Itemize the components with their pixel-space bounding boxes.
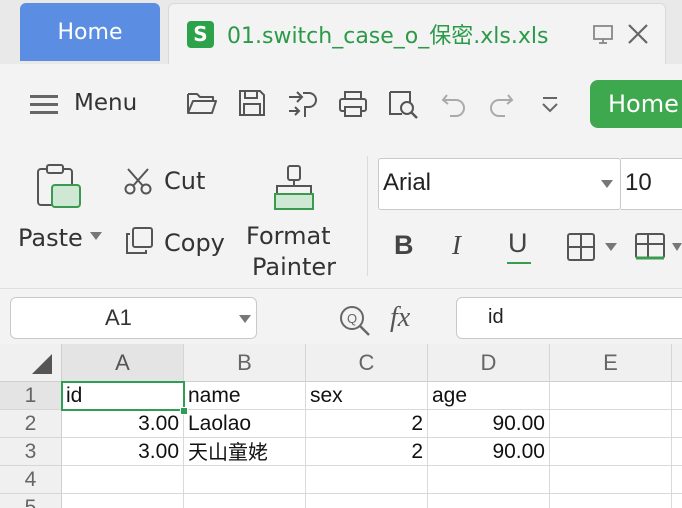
cell-selection-outline xyxy=(61,381,185,411)
cell-b5[interactable] xyxy=(184,494,306,508)
column-header-e[interactable]: E xyxy=(550,344,672,382)
redo-icon[interactable] xyxy=(488,91,514,117)
fill-handle[interactable] xyxy=(180,407,188,415)
cell-b3[interactable]: 天山童姥 xyxy=(184,438,306,466)
row-header-3[interactable]: 3 xyxy=(0,438,62,466)
hamburger-icon[interactable] xyxy=(30,94,58,116)
float-window-icon[interactable] xyxy=(591,22,615,46)
file-tab-title: 01.switch_case_o_保密.xls.xls xyxy=(227,24,549,49)
row-header-1[interactable]: 1 xyxy=(0,382,62,410)
column-header-d[interactable]: D xyxy=(428,344,550,382)
cell-d1[interactable]: age xyxy=(428,382,550,410)
font-name-value: Arial xyxy=(383,169,432,196)
cell-c4[interactable] xyxy=(306,466,428,494)
cell-b4[interactable] xyxy=(184,466,306,494)
undo-icon[interactable] xyxy=(441,91,467,117)
underline-button[interactable]: U xyxy=(508,228,528,259)
borders-icon[interactable] xyxy=(566,232,596,262)
cell-b1[interactable]: name xyxy=(184,382,306,410)
select-all-corner[interactable] xyxy=(0,344,62,382)
cell-c3[interactable]: 2 xyxy=(306,438,428,466)
cell-d5[interactable] xyxy=(428,494,550,508)
cell-f2[interactable] xyxy=(672,410,682,438)
name-box[interactable]: A1 xyxy=(10,297,257,339)
font-size-select[interactable]: 10 xyxy=(621,158,682,210)
paste-button[interactable]: Paste xyxy=(18,224,83,252)
formula-input[interactable]: id xyxy=(456,297,682,339)
cell-e1[interactable] xyxy=(550,382,672,410)
cell-a2[interactable]: 3.00 xyxy=(62,410,184,438)
paste-icon[interactable] xyxy=(34,163,84,211)
scissors-icon[interactable] xyxy=(124,167,154,195)
font-dropdown-icon[interactable] xyxy=(601,180,613,188)
borders-dropdown-icon[interactable] xyxy=(605,243,617,251)
fill-color-icon[interactable] xyxy=(634,232,668,262)
cell-f4[interactable] xyxy=(672,466,682,494)
close-tab-icon[interactable] xyxy=(625,21,651,47)
cell-d4[interactable] xyxy=(428,466,550,494)
tab-file[interactable]: S 01.switch_case_o_保密.xls.xls xyxy=(168,3,666,64)
ribbon-divider xyxy=(367,156,368,276)
cell-e2[interactable] xyxy=(550,410,672,438)
italic-button[interactable]: I xyxy=(452,230,461,261)
print-icon[interactable] xyxy=(338,90,368,118)
fill-color-dropdown-icon[interactable] xyxy=(672,243,682,251)
copy-icon[interactable] xyxy=(124,226,154,256)
font-size-value: 10 xyxy=(625,169,652,196)
column-header-b[interactable]: B xyxy=(184,344,306,382)
cell-a4[interactable] xyxy=(62,466,184,494)
format-painter-icon[interactable] xyxy=(272,164,316,212)
cell-e5[interactable] xyxy=(550,494,672,508)
tab-bar: Home S 01.switch_case_o_保密.xls.xls xyxy=(0,0,682,64)
cell-d3[interactable]: 90.00 xyxy=(428,438,550,466)
underline-color-bar xyxy=(507,262,531,264)
cell-c5[interactable] xyxy=(306,494,428,508)
cell-a3[interactable]: 3.00 xyxy=(62,438,184,466)
cell-e4[interactable] xyxy=(550,466,672,494)
cell-a5[interactable] xyxy=(62,494,184,508)
row-header-4[interactable]: 4 xyxy=(0,466,62,494)
cell-reference: A1 xyxy=(105,305,132,330)
name-box-dropdown-icon[interactable] xyxy=(239,315,251,323)
font-name-select[interactable]: Arial xyxy=(378,158,621,210)
cell-c1[interactable]: sex xyxy=(306,382,428,410)
select-all-icon xyxy=(32,354,52,374)
print-preview-icon[interactable] xyxy=(387,89,419,119)
svg-text:Q: Q xyxy=(347,311,357,326)
cell-e3[interactable] xyxy=(550,438,672,466)
copy-button[interactable]: Copy xyxy=(164,229,225,257)
paste-dropdown-icon[interactable] xyxy=(90,232,102,240)
format-painter-button[interactable]: Format xyxy=(246,222,331,250)
bold-button[interactable]: B xyxy=(394,230,414,261)
tab-home-label: Home xyxy=(57,19,123,45)
tab-home[interactable]: Home xyxy=(20,3,160,61)
spreadsheet-window: Home S 01.switch_case_o_保密.xls.xls Menu xyxy=(0,0,682,508)
format-painter-label-line2: Painter xyxy=(252,253,337,281)
zoom-formula-icon[interactable]: Q xyxy=(337,303,373,337)
spreadsheet-logo-icon: S xyxy=(187,21,214,48)
cut-button[interactable]: Cut xyxy=(164,167,205,195)
menu-button[interactable]: Menu xyxy=(74,90,137,116)
paste-label: Paste xyxy=(18,224,83,252)
underline-label: U xyxy=(508,228,528,258)
customize-toolbar-icon[interactable] xyxy=(540,95,560,115)
cell-d2[interactable]: 90.00 xyxy=(428,410,550,438)
column-header-f[interactable] xyxy=(672,344,682,382)
column-header-c[interactable]: C xyxy=(306,344,428,382)
open-folder-icon[interactable] xyxy=(186,89,218,117)
export-icon[interactable] xyxy=(287,89,319,119)
insert-function-button[interactable]: fx xyxy=(390,302,410,334)
column-header-a[interactable]: A xyxy=(62,344,184,382)
cell-f1[interactable] xyxy=(672,382,682,410)
format-painter-label-line1: Format xyxy=(246,222,331,250)
row-header-5[interactable]: 5 xyxy=(0,494,62,508)
cell-c2[interactable]: 2 xyxy=(306,410,428,438)
ribbon-tab-home[interactable]: Home xyxy=(590,80,682,128)
formula-content: id xyxy=(488,306,504,328)
cell-b2[interactable]: Laolao xyxy=(184,410,306,438)
row-header-2[interactable]: 2 xyxy=(0,410,62,438)
cell-f3[interactable] xyxy=(672,438,682,466)
save-icon[interactable] xyxy=(238,89,266,117)
